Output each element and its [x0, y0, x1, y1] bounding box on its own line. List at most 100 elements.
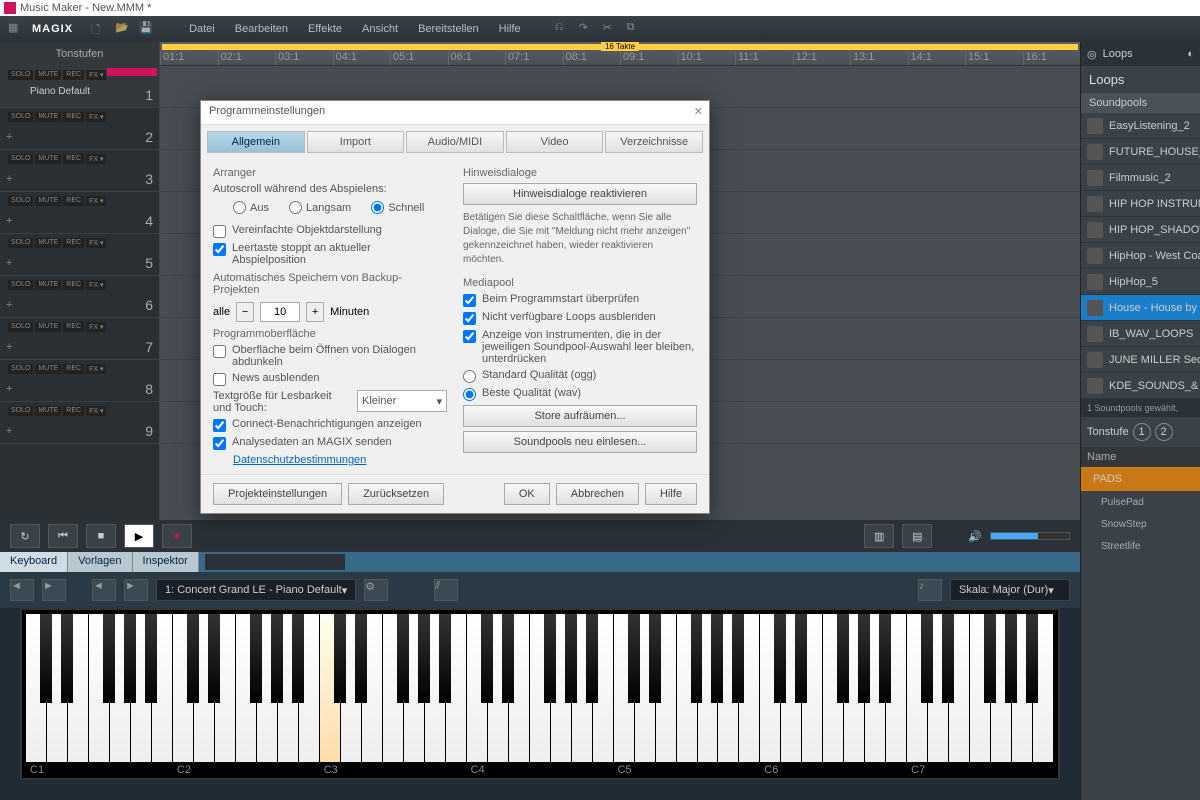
tone-1[interactable]: 1	[1133, 423, 1151, 441]
black-key[interactable]	[187, 614, 199, 703]
soundpool-item[interactable]: KDE_SOUNDS_& F	[1081, 373, 1200, 399]
soundpool-item[interactable]: HIP HOP INSTRUM	[1081, 191, 1200, 217]
white-key[interactable]	[760, 614, 781, 762]
white-key[interactable]	[383, 614, 404, 762]
black-key[interactable]	[208, 614, 220, 703]
kb-prev-button[interactable]: ◄	[10, 579, 34, 601]
reset-button[interactable]: Zurücksetzen	[348, 483, 444, 505]
track-1[interactable]: SOLOMUTERECFX ▾Piano Default1	[0, 66, 159, 108]
tab-verzeichnisse[interactable]: Verzeichnisse	[605, 131, 703, 153]
piano-keyboard[interactable]: C1C2C3C4C5C6C7	[20, 608, 1060, 780]
menu-effekte[interactable]: Effekte	[302, 21, 348, 37]
black-key[interactable]	[61, 614, 73, 703]
black-key[interactable]	[439, 614, 451, 703]
loop-item[interactable]: SnowStep	[1081, 513, 1200, 535]
white-key[interactable]	[467, 614, 488, 762]
toolbar-icon[interactable]: ↷	[579, 21, 595, 37]
black-key[interactable]	[795, 614, 807, 703]
menu-ansicht[interactable]: Ansicht	[356, 21, 404, 37]
radio-ogg[interactable]: Standard Qualität (ogg)	[463, 369, 697, 383]
black-key[interactable]	[292, 614, 304, 703]
track-2[interactable]: SOLOMUTERECFX ▾+2	[0, 108, 159, 150]
track-5[interactable]: SOLOMUTERECFX ▾+5	[0, 234, 159, 276]
track-9[interactable]: SOLOMUTERECFX ▾+9	[0, 402, 159, 444]
gear-icon[interactable]: ⚙	[364, 579, 388, 601]
black-key[interactable]	[711, 614, 723, 703]
soundpool-item[interactable]: HIP HOP_SHADOW	[1081, 217, 1200, 243]
preset-prev-button[interactable]: ◄	[92, 579, 116, 601]
soundpool-item[interactable]: Filmmusic_2	[1081, 165, 1200, 191]
black-key[interactable]	[502, 614, 514, 703]
open-file-icon[interactable]: 📂	[115, 21, 131, 37]
black-key[interactable]	[565, 614, 577, 703]
track-4[interactable]: SOLOMUTERECFX ▾+4	[0, 192, 159, 234]
tab-allgemein[interactable]: Allgemein	[207, 131, 305, 153]
white-key[interactable]	[677, 614, 698, 762]
ok-button[interactable]: OK	[504, 483, 550, 505]
chk-simple[interactable]: Vereinfachte Objektdarstellung	[213, 224, 447, 238]
toolbar-icon[interactable]: ⎌	[555, 21, 571, 37]
tab-keyboard[interactable]: Keyboard	[0, 552, 68, 572]
white-key[interactable]	[26, 614, 47, 762]
view-icon[interactable]: ▥	[864, 524, 894, 548]
chk-connect[interactable]: Connect-Benachrichtigungen anzeigen	[213, 418, 447, 432]
chk-analytics[interactable]: Analysedaten an MAGIX senden	[213, 436, 447, 450]
soundpool-item[interactable]: IB_WAV_LOOPS	[1081, 321, 1200, 347]
save-file-icon[interactable]: 💾	[139, 21, 155, 37]
black-key[interactable]	[355, 614, 367, 703]
track-3[interactable]: SOLOMUTERECFX ▾+3	[0, 150, 159, 192]
tone-2[interactable]: 2	[1155, 423, 1173, 441]
white-key[interactable]	[530, 614, 551, 762]
chk-checkstart[interactable]: Beim Programmstart überprüfen	[463, 293, 697, 307]
black-key[interactable]	[250, 614, 262, 703]
loop-item[interactable]: PulsePad	[1081, 491, 1200, 513]
kb-next-button[interactable]: ►	[42, 579, 66, 601]
tab-import[interactable]: Import	[307, 131, 405, 153]
toolbar-icon[interactable]: ⧉	[627, 21, 643, 37]
black-key[interactable]	[145, 614, 157, 703]
black-key[interactable]	[921, 614, 933, 703]
radio-wav[interactable]: Beste Qualität (wav)	[463, 387, 697, 401]
menu-datei[interactable]: Datei	[183, 21, 221, 37]
white-key[interactable]	[89, 614, 110, 762]
black-key[interactable]	[837, 614, 849, 703]
black-key[interactable]	[544, 614, 556, 703]
spin-up-button[interactable]: +	[306, 302, 324, 322]
help-button[interactable]: Hilfe	[645, 483, 697, 505]
tab-video[interactable]: Video	[506, 131, 604, 153]
track-7[interactable]: SOLOMUTERECFX ▾+7	[0, 318, 159, 360]
tab-audiomidi[interactable]: Audio/MIDI	[406, 131, 504, 153]
chk-space[interactable]: Leertaste stoppt an aktueller Abspielpos…	[213, 242, 447, 266]
black-key[interactable]	[774, 614, 786, 703]
privacy-link[interactable]: Datenschutzbestimmungen	[233, 454, 447, 466]
soundpool-item[interactable]: House - House by	[1081, 295, 1200, 321]
white-key[interactable]	[970, 614, 991, 762]
textsize-select[interactable]: Kleiner▾	[357, 390, 447, 412]
project-settings-button[interactable]: Projekteinstellungen	[213, 483, 342, 505]
black-key[interactable]	[103, 614, 115, 703]
black-key[interactable]	[271, 614, 283, 703]
track-8[interactable]: SOLOMUTERECFX ▾+8	[0, 360, 159, 402]
search-input[interactable]	[205, 554, 345, 570]
chk-hideinstr[interactable]: Anzeige von Instrumenten, die in der jew…	[463, 329, 697, 365]
black-key[interactable]	[397, 614, 409, 703]
radio-langsam[interactable]: Langsam	[289, 201, 351, 214]
menu-bereitstellen[interactable]: Bereitstellen	[412, 21, 485, 37]
play-button[interactable]: ▶	[124, 524, 154, 548]
reactivate-hints-button[interactable]: Hinweisdialoge reaktivieren	[463, 183, 697, 205]
cancel-button[interactable]: Abbrechen	[556, 483, 639, 505]
rp-gauge-icon[interactable]: ◐	[1187, 48, 1194, 60]
loop-button[interactable]: ↻	[10, 524, 40, 548]
skip-back-button[interactable]: ⏮	[48, 524, 78, 548]
black-key[interactable]	[481, 614, 493, 703]
timeline-ruler[interactable]: 16 Takte 01:102:103:104:105:106:107:108:…	[160, 42, 1080, 66]
reread-soundpools-button[interactable]: Soundpools neu einlesen...	[463, 431, 697, 453]
stop-button[interactable]: ■	[86, 524, 116, 548]
white-key[interactable]	[320, 614, 341, 762]
menu-bearbeiten[interactable]: Bearbeiten	[229, 21, 294, 37]
black-key[interactable]	[984, 614, 996, 703]
black-key[interactable]	[1005, 614, 1017, 703]
arp-icon[interactable]: ⫽	[434, 579, 458, 601]
preset-next-button[interactable]: ►	[124, 579, 148, 601]
soundpool-item[interactable]: EasyListening_2	[1081, 113, 1200, 139]
